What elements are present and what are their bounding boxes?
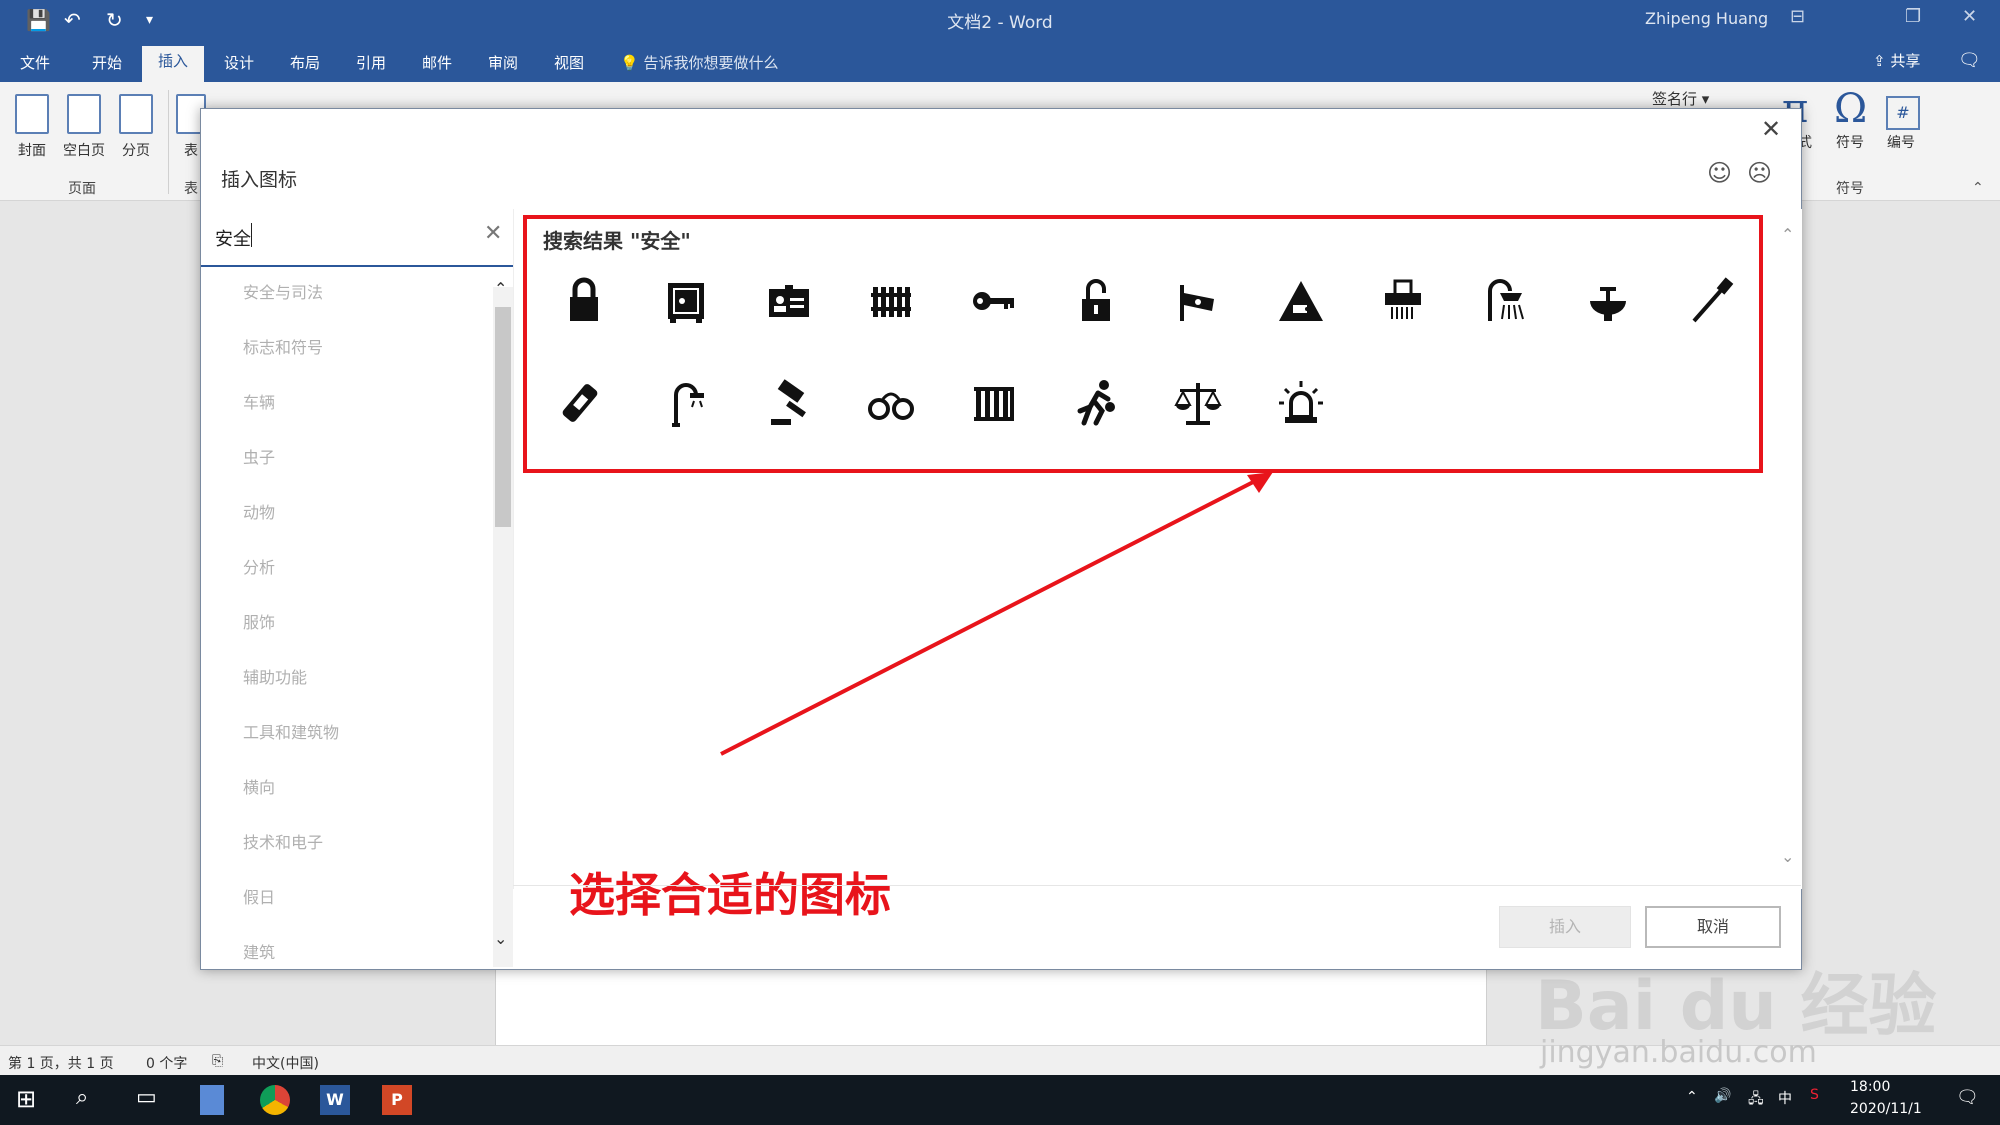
page-count[interactable]: 第 1 页，共 1 页: [8, 1053, 114, 1073]
cover-page-label: 封面: [18, 143, 46, 159]
ribbon-separator: [168, 90, 169, 194]
language-status[interactable]: 中文(中国): [252, 1053, 319, 1073]
close-window-icon[interactable]: ✕: [1962, 6, 1977, 27]
tab-file[interactable]: 文件: [20, 52, 50, 73]
tab-design[interactable]: 设计: [224, 52, 254, 73]
sogou-icon[interactable]: S: [1810, 1087, 1819, 1103]
tab-layout[interactable]: 布局: [290, 52, 320, 73]
document-page[interactable]: [495, 965, 1487, 1047]
user-name[interactable]: Zhipeng Huang: [1645, 9, 1768, 28]
cover-page-icon: [15, 94, 49, 134]
page-break-icon: [119, 94, 153, 134]
tell-me-label: 告诉我你想要做什么: [643, 54, 779, 72]
blank-page-button[interactable]: 空白页: [60, 94, 108, 160]
tab-home[interactable]: 开始: [92, 52, 122, 73]
collapse-ribbon-icon[interactable]: ⌃: [1972, 180, 1984, 196]
share-icon: ⇪: [1873, 52, 1886, 70]
omega-symbol-icon[interactable]: Ω: [1834, 86, 1867, 132]
title-bar: 💾 ↶ ↻ ▾ 文档2 - Word Zhipeng Huang ⊟ ❐ ✕: [0, 0, 2000, 40]
pages-group-label: 页面: [68, 181, 96, 197]
table-label: 表: [184, 143, 198, 159]
page-break-button[interactable]: 分页: [112, 94, 160, 160]
number-icon[interactable]: #: [1886, 96, 1920, 130]
ribbon-display-icon[interactable]: ⊟: [1790, 6, 1805, 27]
annotation-text: 选择合适的图标: [569, 868, 891, 922]
blank-page-icon: [67, 94, 101, 134]
taskbar: ⊞ ⌕ ▭ W P ⌃ 🔊 🖧 中 S 18:00 2020/11/1 🗨: [0, 1075, 2000, 1125]
tab-insert[interactable]: 插入: [142, 46, 205, 82]
powerpoint-app-icon[interactable]: P: [382, 1085, 412, 1115]
share-button[interactable]: ⇪ 共享: [1873, 50, 1920, 71]
ribbon-tabs: 文件 开始 插入 设计 布局 引用 邮件 审阅 视图 💡 告诉我你想要做什么 ⇪…: [0, 40, 2000, 82]
task-view-icon[interactable]: ▭: [136, 1085, 166, 1115]
symbols-group-label: 符号: [1836, 181, 1864, 197]
search-icon[interactable]: ⌕: [76, 1085, 106, 1115]
word-app-icon[interactable]: W: [320, 1085, 350, 1115]
page-break-label: 分页: [122, 143, 150, 159]
tray-expand-icon[interactable]: ⌃: [1686, 1089, 1698, 1105]
volume-icon[interactable]: 🔊: [1714, 1088, 1731, 1104]
chrome-icon[interactable]: [260, 1085, 290, 1115]
clock-date[interactable]: 2020/11/1: [1850, 1101, 1922, 1117]
proofing-icon[interactable]: ⎘: [212, 1053, 223, 1069]
cover-page-button[interactable]: 封面: [8, 94, 56, 160]
signature-line-label: 签名行: [1652, 90, 1698, 108]
clock-time[interactable]: 18:00: [1850, 1079, 1890, 1095]
tab-view[interactable]: 视图: [554, 52, 584, 73]
word-count[interactable]: 0 个字: [146, 1053, 187, 1073]
insert-icons-dialog: ✕ 插入图标 ☺ ☹ 安全 ✕ 安全与司法 标志和符号 车辆 虫子 动物 分析 服饰 辅助功能…: [200, 108, 1802, 970]
lightbulb-icon: 💡: [620, 54, 639, 72]
table-group-label: 表: [184, 181, 198, 197]
symbol-label: 符号: [1836, 135, 1864, 151]
tab-review[interactable]: 审阅: [488, 52, 518, 73]
signature-line-button[interactable]: 签名行 ▾: [1652, 88, 1709, 109]
insert-button[interactable]: 插入: [1499, 906, 1631, 948]
ime-indicator[interactable]: 中: [1778, 1088, 1792, 1108]
share-label: 共享: [1890, 52, 1921, 70]
tab-mailings[interactable]: 邮件: [422, 52, 452, 73]
number-label: 编号: [1887, 135, 1915, 151]
tell-me-search[interactable]: 💡 告诉我你想要做什么: [620, 52, 778, 73]
footer-divider: [513, 885, 1801, 886]
blank-page-label: 空白页: [63, 143, 105, 159]
notification-icon[interactable]: 🗨: [1956, 1087, 1979, 1108]
network-icon[interactable]: 🖧: [1748, 1088, 1764, 1112]
baidu-watermark-url: jingyan.baidu.com: [1540, 1035, 1817, 1070]
restore-icon[interactable]: ❐: [1905, 6, 1921, 27]
file-app-icon[interactable]: [200, 1085, 224, 1115]
cancel-button[interactable]: 取消: [1645, 906, 1781, 948]
tab-references[interactable]: 引用: [356, 52, 386, 73]
windows-start-icon[interactable]: ⊞: [16, 1085, 46, 1115]
annotation-arrow: [720, 472, 1273, 756]
comments-icon[interactable]: 🗨: [1958, 50, 1981, 71]
